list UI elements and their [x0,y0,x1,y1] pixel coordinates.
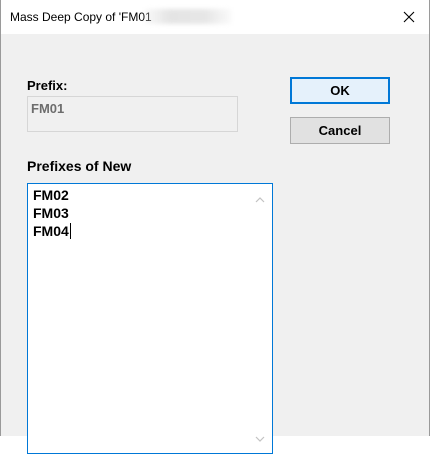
close-icon [403,11,415,23]
prefix-line-with-caret: FM04 [33,222,71,240]
prefixes-new-textarea[interactable]: FM02 FM03 FM04 [27,183,273,454]
redacted-title-region [144,9,232,24]
cancel-button[interactable]: Cancel [290,117,390,144]
dialog-window: Mass Deep Copy of 'FM01 Prefix: FM01 Pre… [0,0,430,454]
prefix-line: FM03 [33,205,69,221]
chevron-down-icon [255,429,265,447]
window-title: Mass Deep Copy of 'FM01 [10,10,152,24]
prefix-line: FM02 [33,187,69,203]
close-button[interactable] [389,0,429,34]
prefix-line: FM04 [33,223,69,239]
prefix-field: FM01 [27,96,238,132]
prefix-label: Prefix: [27,78,68,93]
text-caret [69,223,71,239]
prefixes-new-content: FM02 FM03 FM04 [33,186,71,240]
chevron-up-icon [255,190,265,208]
ok-button[interactable]: OK [290,77,390,104]
scroll-down-button[interactable] [254,432,266,444]
title-bar[interactable]: Mass Deep Copy of 'FM01 [1,0,429,34]
dialog-body: Prefix: FM01 Prefixes of New FM02 FM03 F… [1,34,429,454]
prefixes-new-label: Prefixes of New [27,158,132,174]
scroll-up-button[interactable] [254,193,266,205]
